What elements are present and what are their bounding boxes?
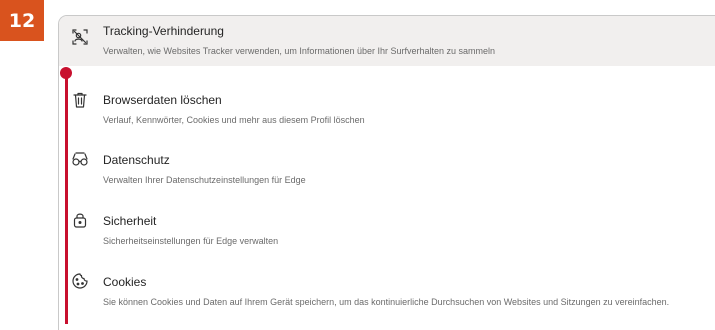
tracking-icon xyxy=(71,28,89,46)
setting-title: Browserdaten löschen xyxy=(103,93,222,107)
setting-description: Sie können Cookies und Daten auf Ihrem G… xyxy=(103,297,670,307)
setting-item-tracking-prevention[interactable]: Tracking-Verhinderung Verwalten, wie Web… xyxy=(59,16,715,66)
setting-title: Cookies xyxy=(103,275,147,289)
settings-panel: Tracking-Verhinderung Verwalten, wie Web… xyxy=(58,15,715,330)
setting-description: Verwalten Ihrer Datenschutzeinstellungen… xyxy=(103,175,306,185)
glasses-icon xyxy=(71,150,89,168)
lock-icon xyxy=(71,211,89,229)
setting-title: Datenschutz xyxy=(103,153,170,167)
callout-line xyxy=(65,72,68,324)
step-number-badge: 12 xyxy=(0,0,44,41)
setting-item-cookies[interactable]: Cookies Sie können Cookies und Daten auf… xyxy=(59,260,715,330)
setting-item-clear-browsing-data[interactable]: Browserdaten löschen Verlauf, Kennwörter… xyxy=(59,78,715,134)
setting-item-security[interactable]: Sicherheit Sicherheitseinstellungen für … xyxy=(59,199,715,255)
trash-icon xyxy=(71,91,89,109)
setting-item-privacy[interactable]: Datenschutz Verwalten Ihrer Datenschutze… xyxy=(59,138,715,194)
callout-dot xyxy=(60,67,72,79)
setting-title: Tracking-Verhinderung xyxy=(103,24,224,38)
setting-title: Sicherheit xyxy=(103,214,157,228)
setting-description: Verlauf, Kennwörter, Cookies und mehr au… xyxy=(103,115,365,125)
setting-description: Verwalten, wie Websites Tracker verwende… xyxy=(103,46,496,56)
cookie-icon xyxy=(71,272,89,290)
setting-description: Sicherheitseinstellungen für Edge verwal… xyxy=(103,236,279,246)
